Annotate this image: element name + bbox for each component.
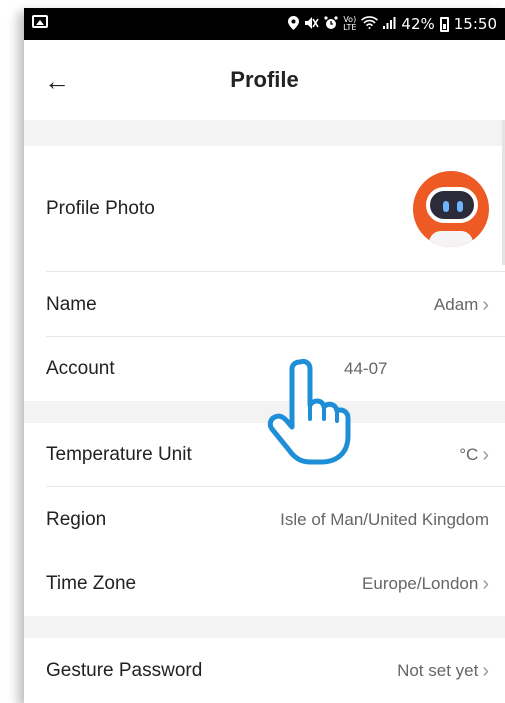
wifi-icon [361, 16, 379, 32]
name-label: Name [46, 293, 97, 315]
robot-face-icon [426, 187, 478, 223]
name-row[interactable]: Name Adam › [24, 272, 505, 337]
robot-eye-icon [457, 201, 463, 212]
region-label: Region [46, 508, 107, 530]
battery-percent: 42% [401, 15, 435, 33]
profile-photo-label: Profile Photo [46, 198, 155, 219]
chevron-right-icon: › [482, 444, 489, 466]
status-icons: Vo) LTE 42% 15:50 [288, 8, 497, 40]
phone-screen: Vo) LTE 42% 15:50 ← Profile Profile Phot… [24, 8, 505, 703]
robot-body-icon [429, 231, 473, 247]
volte-icon: Vo) LTE [343, 16, 356, 32]
profile-photo-row[interactable]: Profile Photo [24, 146, 505, 272]
app-header: ← Profile [24, 40, 505, 120]
region-row[interactable]: Region Isle of Man/United Kingdom [24, 487, 505, 552]
gesture-password-row[interactable]: Gesture Password Not set yet › [24, 638, 505, 703]
back-arrow-icon[interactable]: ← [42, 66, 72, 96]
volte-line-2: LTE [343, 23, 357, 32]
section-gap [24, 120, 505, 146]
chevron-right-icon: › [482, 659, 489, 682]
status-bar: Vo) LTE 42% 15:50 [24, 8, 505, 40]
alarm-icon [324, 15, 338, 33]
account-row[interactable]: Account 44-07 [24, 337, 505, 401]
tap-hand-icon [267, 358, 351, 465]
gesture-password-value: Not set yet [397, 660, 479, 680]
region-value: Isle of Man/United Kingdom [280, 509, 489, 529]
name-value: Adam [433, 294, 479, 314]
robot-eye-icon [443, 201, 449, 212]
battery-icon [439, 16, 449, 32]
section-gap [24, 616, 505, 638]
gesture-password-label: Gesture Password [46, 659, 203, 681]
mute-icon [304, 16, 319, 33]
page-title: Profile [230, 67, 299, 92]
chevron-right-icon: › [482, 573, 489, 595]
temperature-unit-value: °C [459, 445, 479, 464]
time-zone-value: Europe/London [362, 574, 479, 593]
time-zone-label: Time Zone [46, 573, 137, 594]
avatar[interactable] [413, 171, 489, 247]
status-time: 15:50 [453, 15, 497, 33]
signal-icon [383, 16, 396, 32]
time-zone-row[interactable]: Time Zone Europe/London › [24, 552, 505, 616]
temperature-unit-label: Temperature Unit [46, 444, 192, 465]
chevron-right-icon: › [482, 293, 489, 316]
gallery-icon [32, 15, 48, 28]
location-icon [288, 15, 300, 33]
section-gap [24, 401, 505, 423]
temperature-unit-row[interactable]: Temperature Unit °C › [24, 423, 505, 487]
